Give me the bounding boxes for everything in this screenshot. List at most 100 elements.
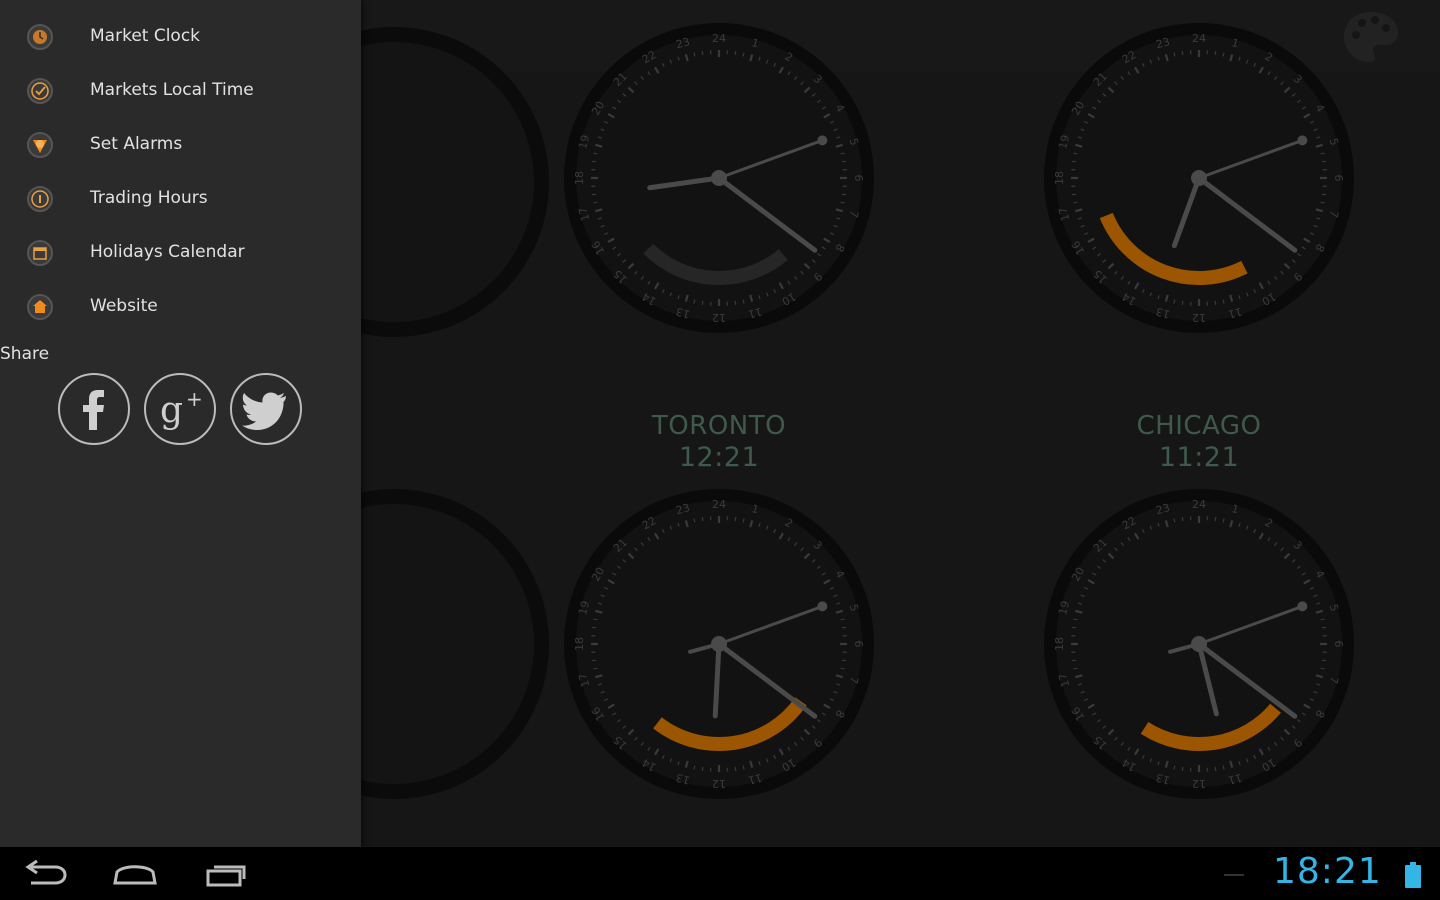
nav-item-set-alarms[interactable]: Set Alarms bbox=[0, 118, 361, 172]
recent-apps-icon[interactable] bbox=[196, 855, 256, 893]
nav-label: Markets Local Time bbox=[90, 80, 254, 100]
clock-hub bbox=[1191, 170, 1207, 186]
clock-tick bbox=[1222, 765, 1225, 770]
back-icon[interactable] bbox=[15, 855, 75, 893]
clock-tick bbox=[840, 667, 845, 670]
clock-tick bbox=[1222, 52, 1225, 57]
clock-hour-numeral: 18 bbox=[573, 637, 586, 651]
system-navigation-bar: 18:21 bbox=[0, 847, 1440, 900]
clock-tick bbox=[593, 618, 598, 621]
clock-tick bbox=[1072, 626, 1077, 629]
home-button-icon[interactable] bbox=[105, 855, 165, 893]
clock-hour-numeral: 18 bbox=[1053, 637, 1066, 651]
clock-tick bbox=[593, 152, 598, 155]
clock-tick bbox=[1222, 299, 1225, 304]
calendar-icon bbox=[27, 240, 53, 266]
nav-item-trading-hours[interactable]: Trading Hours bbox=[0, 172, 361, 226]
nav-item-market-clock[interactable]: Market Clock bbox=[0, 10, 361, 64]
clock-tick bbox=[742, 765, 745, 770]
clock-tick bbox=[1181, 51, 1184, 56]
clock-tick bbox=[742, 518, 745, 523]
clock-tick bbox=[701, 766, 704, 771]
clock-tick bbox=[592, 659, 597, 662]
clock-hour-numeral: 6 bbox=[1332, 641, 1345, 648]
clock-tick bbox=[1321, 626, 1326, 629]
clock-tick bbox=[1173, 518, 1176, 523]
clock-tick bbox=[1321, 160, 1326, 163]
clock-tick bbox=[1320, 667, 1325, 670]
clock-hour-numeral: 6 bbox=[852, 175, 865, 182]
nav-item-markets-local-time[interactable]: Markets Local Time bbox=[0, 64, 361, 118]
clock-tick bbox=[693, 765, 696, 770]
clock-hour-numeral: 6 bbox=[852, 641, 865, 648]
city-time: 11:21 bbox=[1158, 442, 1240, 473]
clock-tick bbox=[1320, 618, 1325, 621]
battery-icon bbox=[1405, 862, 1421, 888]
clock-tick bbox=[693, 299, 696, 304]
clock-hour-numeral: 18 bbox=[573, 171, 586, 185]
share-heading: Share bbox=[0, 344, 50, 364]
clock-tick bbox=[592, 626, 597, 629]
clock-tick bbox=[840, 618, 845, 621]
city-label-chicago: CHICAGO 11:21 bbox=[1049, 410, 1349, 474]
clock-hub bbox=[711, 170, 727, 186]
clock-tick bbox=[701, 51, 704, 56]
clock-tick bbox=[734, 300, 737, 305]
clock-tick bbox=[1222, 518, 1225, 523]
clock-hour-numeral: 12 bbox=[712, 777, 726, 790]
clock-tick bbox=[1173, 765, 1176, 770]
clock-hand-tip bbox=[817, 601, 828, 612]
nav-label: Set Alarms bbox=[90, 134, 183, 154]
clock-hour-numeral: 6 bbox=[1332, 175, 1345, 182]
clock-tick bbox=[1320, 152, 1325, 155]
city-name: CHICAGO bbox=[1136, 411, 1262, 441]
clock-tick bbox=[693, 52, 696, 57]
clock-tick bbox=[841, 193, 846, 196]
clock-tick bbox=[742, 299, 745, 304]
svg-text:g: g bbox=[160, 390, 183, 431]
clock-tick bbox=[1181, 300, 1184, 305]
clock-tick bbox=[1214, 300, 1217, 305]
world-clock-face-chicago: 1234567891011121314151617181920212223 24 bbox=[1044, 489, 1354, 799]
clock-tick bbox=[1181, 517, 1184, 522]
clock-hour-numeral: 24 bbox=[1192, 498, 1206, 511]
system-clock: 18:21 bbox=[1273, 851, 1382, 892]
clock-tick bbox=[1072, 193, 1077, 196]
city-time: 12:21 bbox=[678, 442, 760, 473]
clock-tick bbox=[1181, 766, 1184, 771]
status-separator bbox=[1224, 874, 1244, 876]
clock-hand-tip bbox=[817, 135, 828, 146]
clock-tick bbox=[1073, 667, 1078, 670]
clock-tick bbox=[1320, 201, 1325, 204]
clock-tick bbox=[693, 518, 696, 523]
city-label-toronto: TORONTO 12:21 bbox=[569, 410, 869, 474]
clock-tick bbox=[1173, 299, 1176, 304]
clock-hand-tip bbox=[1297, 601, 1308, 612]
clock-tick bbox=[1073, 152, 1078, 155]
clock-tick bbox=[841, 626, 846, 629]
clock-tick bbox=[1214, 51, 1217, 56]
nav-item-holidays-calendar[interactable]: Holidays Calendar bbox=[0, 226, 361, 280]
clock-hub bbox=[1191, 636, 1207, 652]
clock-hour-numeral: 12 bbox=[1192, 311, 1206, 324]
clock-hub bbox=[711, 636, 727, 652]
facebook-icon[interactable] bbox=[57, 372, 131, 446]
home-icon bbox=[27, 294, 53, 320]
clock-tick bbox=[1072, 659, 1077, 662]
market-clock-icon bbox=[27, 24, 53, 50]
twitter-icon[interactable] bbox=[229, 372, 303, 446]
clock-tick bbox=[701, 517, 704, 522]
nav-item-website[interactable]: Website bbox=[0, 280, 361, 334]
google-plus-icon[interactable]: g + bbox=[143, 372, 217, 446]
svg-text:+: + bbox=[186, 387, 203, 411]
navigation-drawer: Market Clock Markets Local Time Set Alar… bbox=[0, 0, 361, 847]
local-time-icon bbox=[27, 78, 53, 104]
info-icon bbox=[27, 186, 53, 212]
world-clock-face-toronto: 1234567891011121314151617181920212223 24 bbox=[564, 489, 874, 799]
clock-tick bbox=[1214, 766, 1217, 771]
nav-label: Website bbox=[90, 296, 158, 316]
nav-label: Holidays Calendar bbox=[90, 242, 245, 262]
clock-tick bbox=[840, 152, 845, 155]
nav-label: Market Clock bbox=[90, 26, 201, 46]
alarm-icon bbox=[27, 132, 53, 158]
